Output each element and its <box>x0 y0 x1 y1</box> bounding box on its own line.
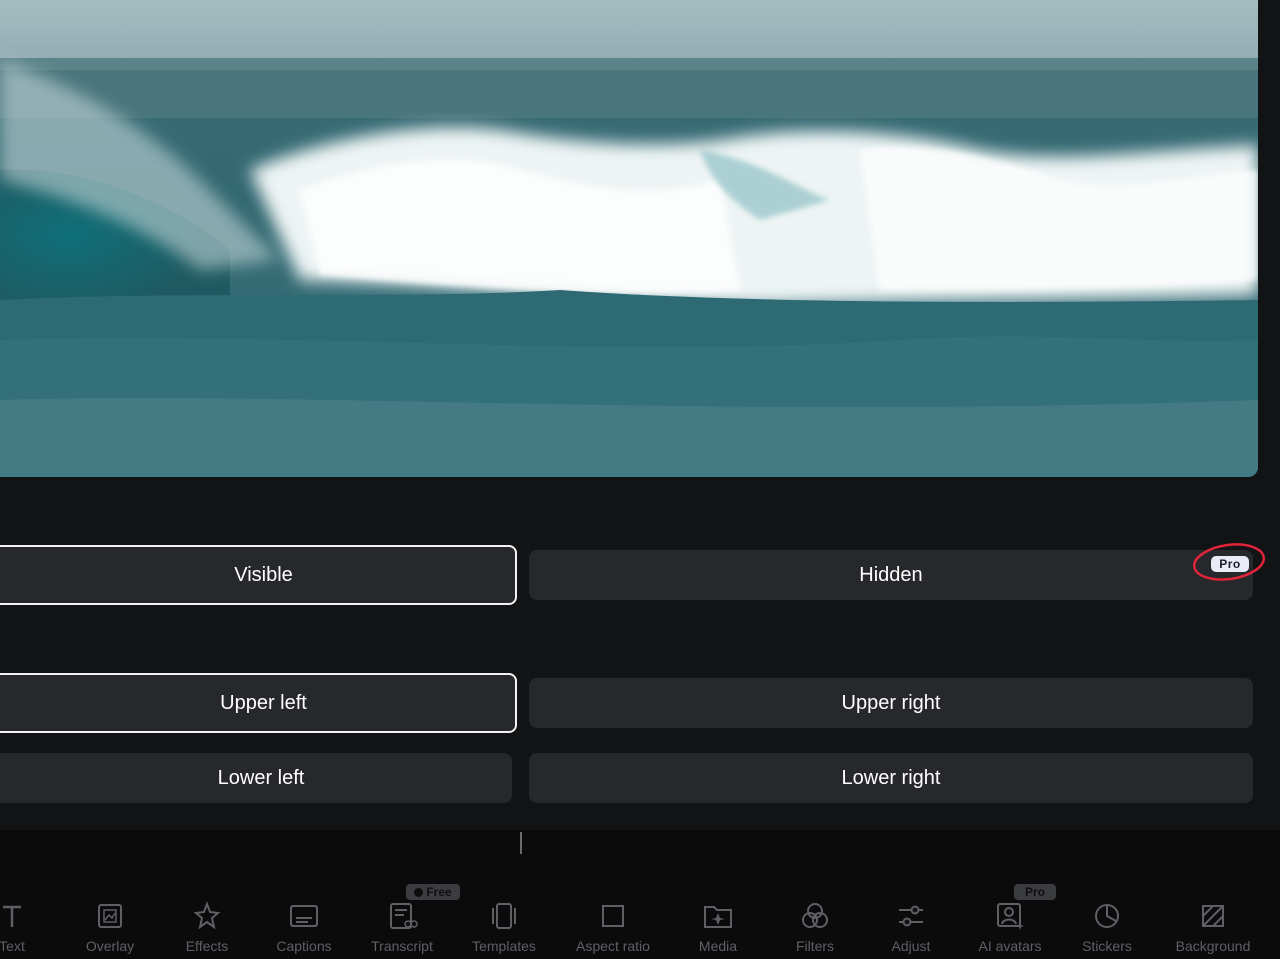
lower-left-label: Lower left <box>217 766 305 789</box>
upper-right-button[interactable]: Upper right <box>529 678 1253 728</box>
ai-avatars-icon <box>997 903 1024 930</box>
tool-stickers[interactable]: Stickers <box>1072 880 1142 959</box>
captions-icon <box>290 905 318 927</box>
hidden-label: Hidden <box>859 563 923 586</box>
background-icon <box>1202 905 1224 927</box>
tool-label: Text <box>0 938 25 954</box>
tool-effects[interactable]: Effects <box>172 880 242 959</box>
ocean-wave-image <box>0 0 1258 477</box>
visible-button[interactable]: Visible <box>0 545 517 605</box>
adjust-icon <box>899 905 923 927</box>
overlay-icon <box>98 904 122 928</box>
video-preview <box>0 0 1258 477</box>
tool-templates[interactable]: Templates <box>464 880 544 959</box>
tool-label: Transcript <box>371 938 433 954</box>
stickers-icon <box>1095 904 1119 928</box>
tool-aspect-ratio[interactable]: Aspect ratio <box>566 880 660 959</box>
tool-label: Media <box>698 938 738 954</box>
tool-adjust[interactable]: Adjust <box>876 880 946 959</box>
tool-label: Effects <box>185 938 229 954</box>
tool-background[interactable]: Background <box>1166 880 1260 959</box>
aspect-ratio-icon <box>602 905 624 927</box>
tool-label: Overlay <box>85 938 135 954</box>
tool-text[interactable]: Text <box>0 880 42 959</box>
lower-right-label: Lower right <box>841 766 941 789</box>
tool-label: Captions <box>276 938 332 954</box>
transcript-icon <box>390 903 418 929</box>
tool-label: Filters <box>795 938 835 954</box>
upper-left-button[interactable]: Upper left <box>0 673 517 733</box>
bottom-toolbar: Text Overlay Effects Captions Transcript… <box>0 880 1280 959</box>
tool-label: Adjust <box>891 938 931 954</box>
tool-label: Aspect ratio <box>576 938 650 954</box>
tool-overlay[interactable]: Overlay <box>75 880 145 959</box>
upper-left-label: Upper left <box>220 691 307 714</box>
text-icon <box>3 905 21 927</box>
tool-label: AI avatars <box>978 938 1042 954</box>
effects-icon <box>193 901 221 930</box>
tool-label: Background <box>1175 938 1251 954</box>
upper-right-label: Upper right <box>841 691 941 714</box>
playhead[interactable] <box>520 832 522 854</box>
templates-icon <box>492 903 516 929</box>
annotation-ring <box>1193 543 1265 581</box>
tool-label: Templates <box>472 938 536 954</box>
tool-media[interactable]: Media <box>683 880 753 959</box>
free-badge: Free <box>406 884 460 900</box>
tool-filters[interactable]: Filters <box>780 880 850 959</box>
tool-captions[interactable]: Captions <box>266 880 342 959</box>
lower-right-button[interactable]: Lower right <box>529 753 1253 803</box>
clock-icon <box>414 887 424 897</box>
lower-left-button[interactable]: Lower left <box>0 753 512 803</box>
tool-label: Stickers <box>1082 938 1132 954</box>
hidden-button[interactable]: Hidden <box>529 550 1253 600</box>
visible-label: Visible <box>234 563 293 586</box>
filters-icon <box>802 903 828 928</box>
media-icon <box>704 906 732 928</box>
pro-mini-badge: Pro <box>1014 884 1056 900</box>
